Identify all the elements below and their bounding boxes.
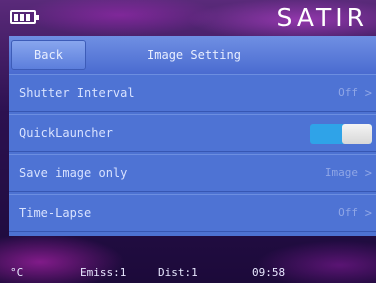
row-value: Image <box>324 166 358 179</box>
row-label: Time-Lapse <box>19 206 92 220</box>
chevron-right-icon: > <box>364 86 372 100</box>
battery-icon <box>10 10 39 24</box>
quicklauncher-toggle[interactable] <box>310 124 372 144</box>
row-save-image-only[interactable]: Save image only Image > <box>9 154 376 192</box>
emissivity-readout: Emiss:1 <box>80 266 127 279</box>
row-value: Off <box>338 86 358 99</box>
toggle-knob <box>342 124 372 144</box>
header-bar: Back Image Setting <box>9 36 376 75</box>
row-time-lapse[interactable]: Time-Lapse Off > <box>9 194 376 232</box>
settings-panel: Back Image Setting Shutter Interval Off … <box>9 36 376 236</box>
distance-readout: Dist:1 <box>158 266 198 279</box>
chevron-right-icon: > <box>364 166 372 180</box>
brand-logo: SATIR <box>276 3 368 32</box>
page-title: Image Setting <box>147 48 241 62</box>
row-value: Off <box>338 206 358 219</box>
back-button[interactable]: Back <box>11 40 86 70</box>
row-shutter-interval[interactable]: Shutter Interval Off > <box>9 74 376 112</box>
row-quicklauncher[interactable]: QuickLauncher <box>9 114 376 152</box>
temperature-unit: °C <box>10 266 24 279</box>
status-bar: °C Emiss:1 Dist:1 09:58 <box>0 262 376 283</box>
row-label: QuickLauncher <box>19 126 113 140</box>
chevron-right-icon: > <box>364 206 372 220</box>
row-label: Shutter Interval <box>19 86 135 100</box>
row-label: Save image only <box>19 166 128 180</box>
clock: 09:58 <box>252 266 286 279</box>
top-bar: SATIR <box>0 0 376 36</box>
